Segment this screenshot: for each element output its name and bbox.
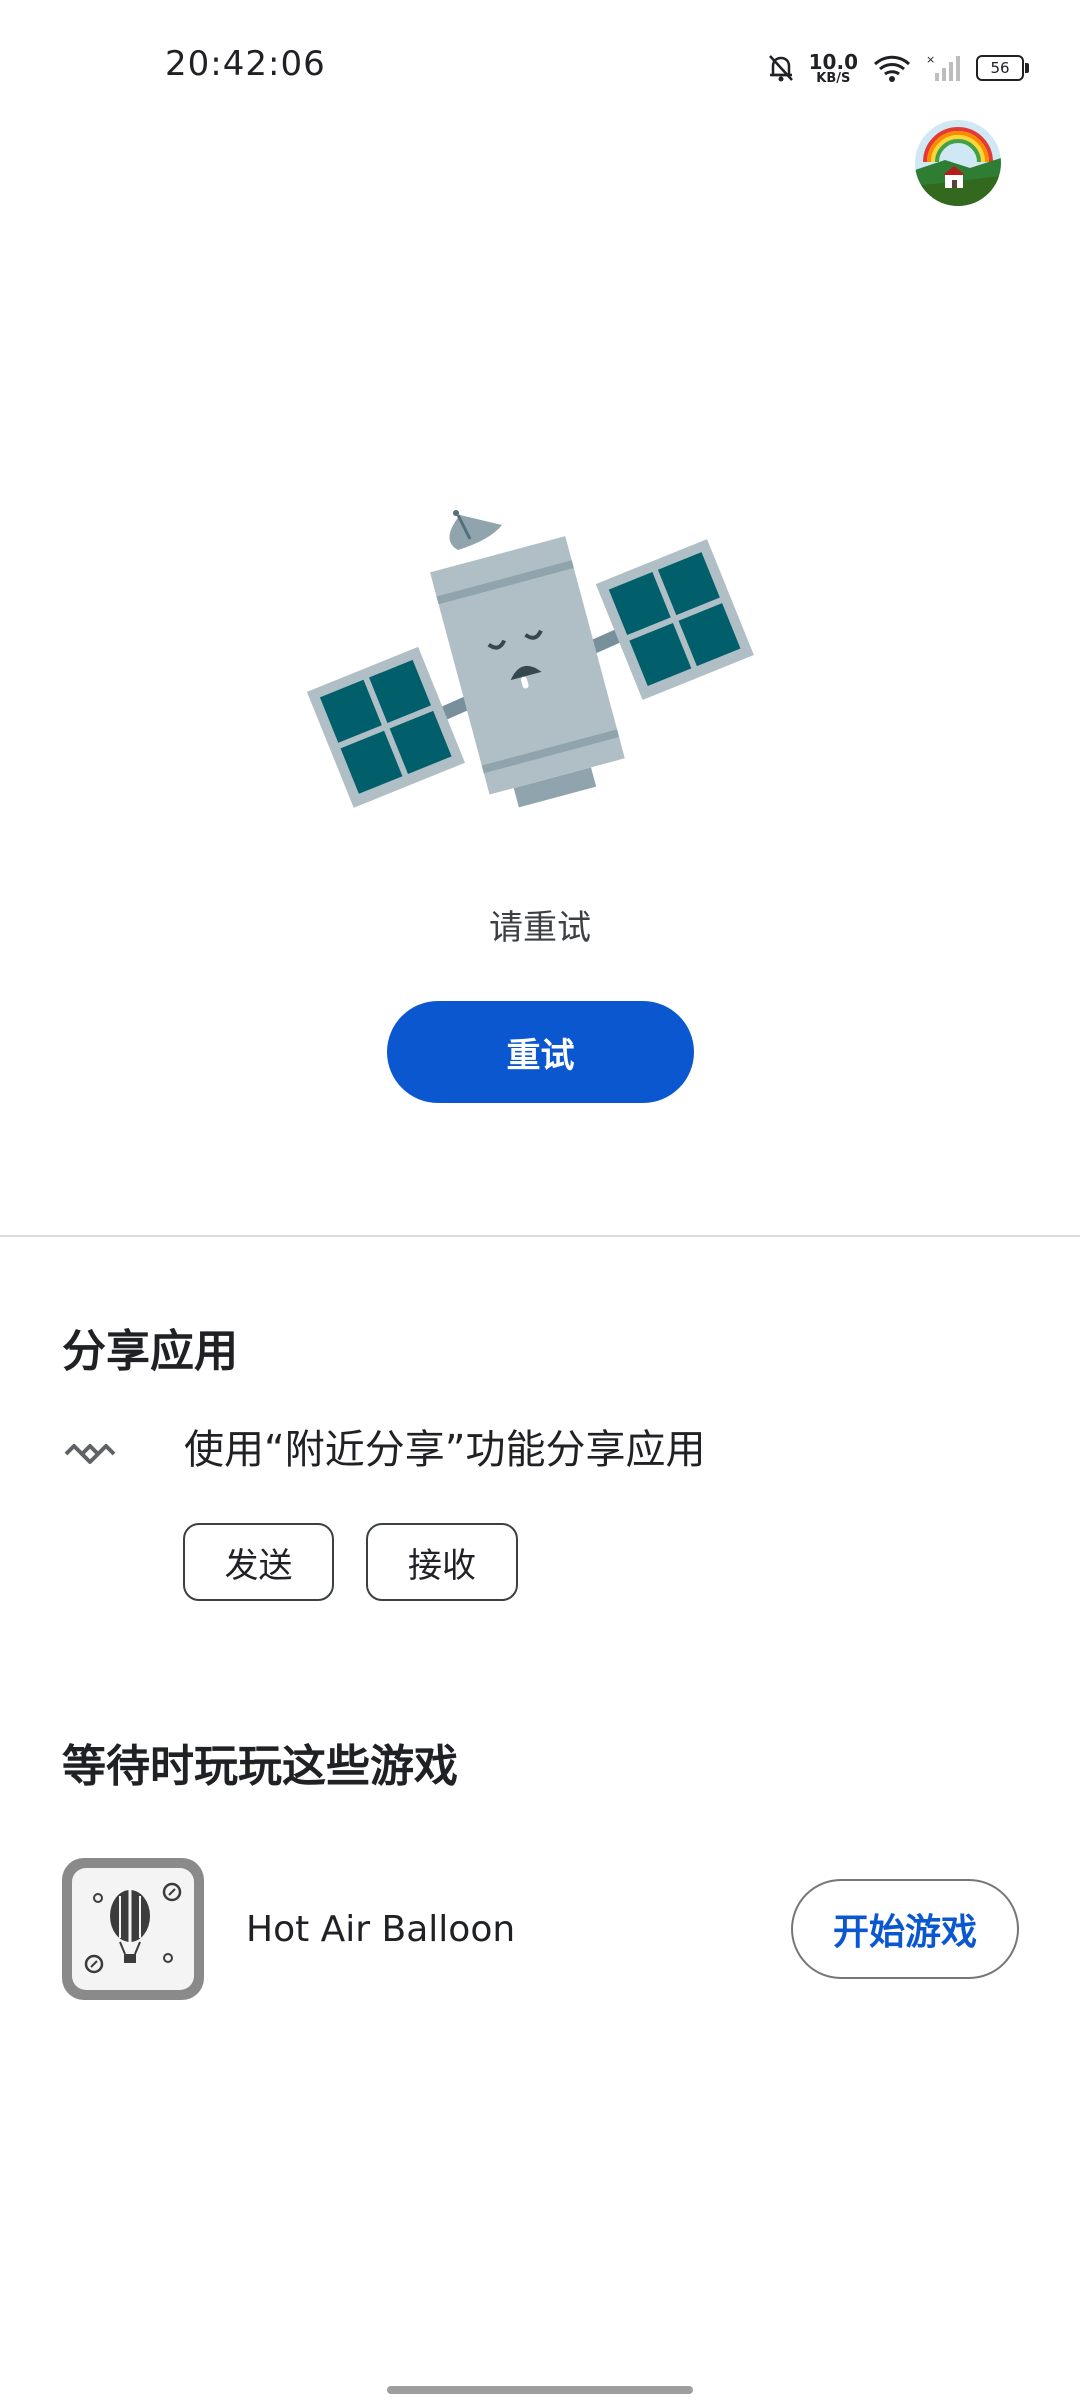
game-icon-inner (72, 1868, 194, 1990)
receive-button[interactable]: 接收 (366, 1523, 518, 1601)
nearby-share-row: 使用“附近分享”功能分享应用 (62, 1420, 705, 1480)
status-time: 20:42:06 (165, 44, 326, 84)
status-icons: 10.0 KB/S × 56 (767, 48, 1029, 88)
hot-air-balloon-icon (84, 1882, 182, 1974)
start-game-button[interactable]: 开始游戏 (791, 1879, 1019, 1979)
network-speed: 10.0 KB/S (809, 52, 858, 85)
nearby-share-description: 使用“附近分享”功能分享应用 (184, 1427, 706, 1473)
game-name: Hot Air Balloon (246, 1909, 516, 1950)
battery-icon: 56 (976, 55, 1029, 81)
svg-text:×: × (926, 53, 935, 66)
section-divider (0, 1235, 1080, 1237)
network-speed-value: 10.0 (808, 49, 858, 74)
retry-button[interactable]: 重试 (387, 1001, 694, 1103)
share-section-title: 分享应用 (62, 1326, 238, 1377)
account-avatar[interactable] (915, 120, 1001, 206)
games-section-title: 等待时玩玩这些游戏 (62, 1741, 458, 1792)
nearby-share-icon (64, 1444, 116, 1464)
wifi-icon (873, 55, 911, 82)
avatar-image (915, 120, 1001, 206)
home-indicator[interactable] (387, 2386, 693, 2394)
send-button[interactable]: 发送 (183, 1523, 334, 1601)
status-bar: 20:42:06 10.0 KB/S × 56 (0, 0, 1080, 130)
hot-air-balloon-game-icon[interactable] (62, 1858, 204, 2000)
error-message: 请重试 (489, 908, 591, 948)
satellite-error-illustration (306, 510, 754, 808)
notifications-muted-icon (768, 55, 793, 82)
network-speed-unit: KB/S (816, 70, 851, 86)
battery-level: 56 (990, 59, 1010, 77)
cellular-signal-icon: × (926, 53, 960, 81)
